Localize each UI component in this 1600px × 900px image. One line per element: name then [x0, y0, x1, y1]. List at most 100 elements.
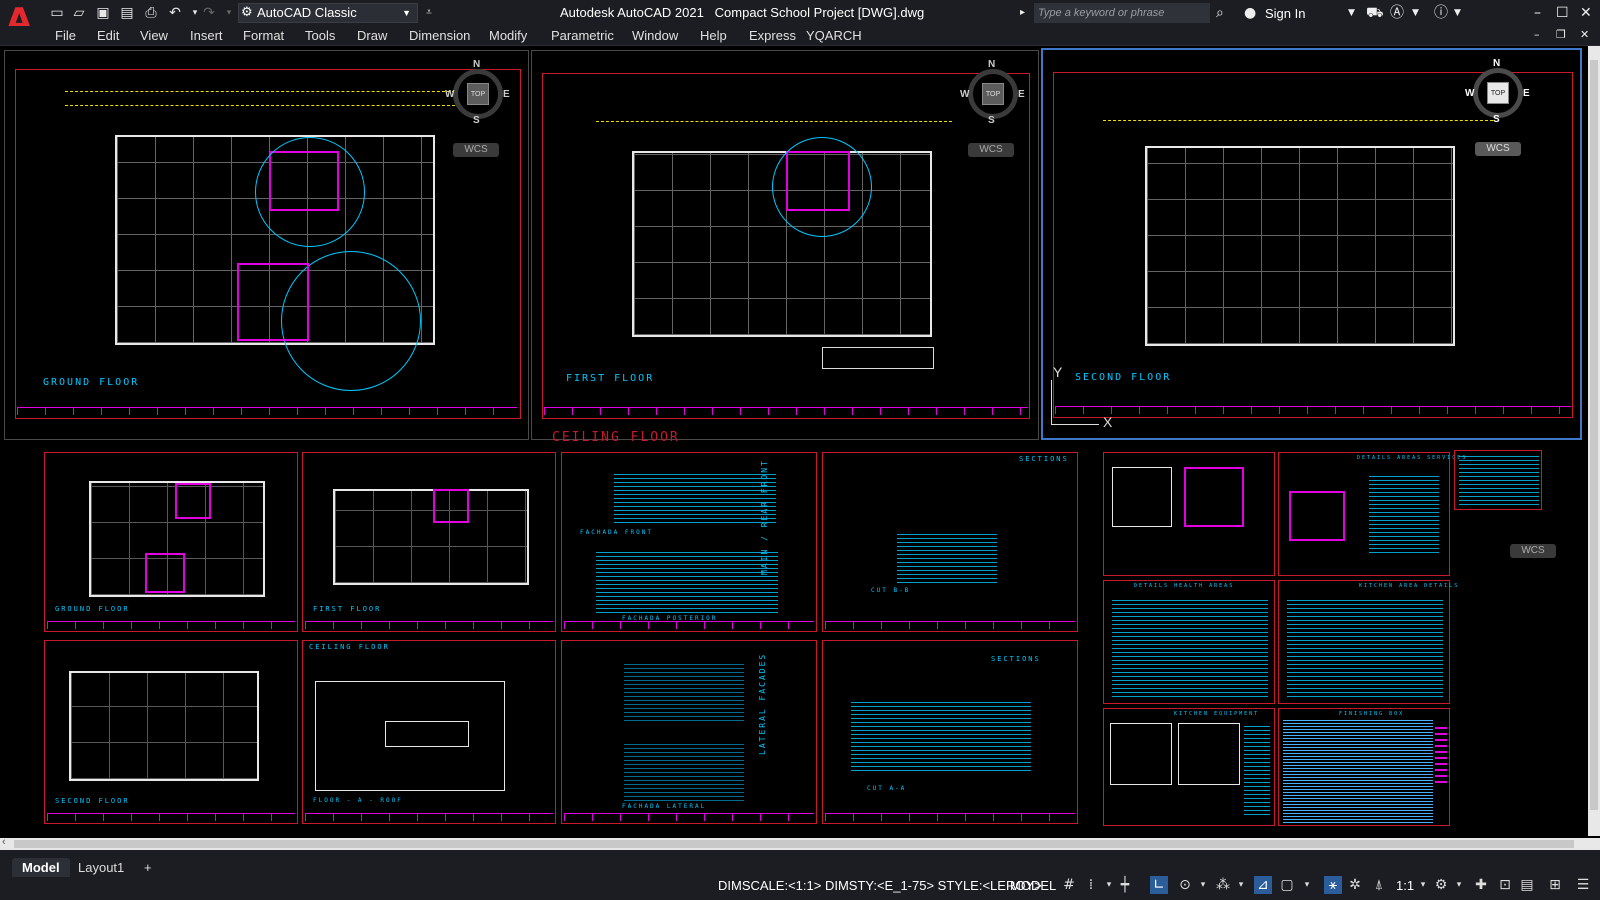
ortho-icon[interactable]: ∟ [1150, 876, 1168, 894]
isodraft-icon[interactable]: ⁂ [1214, 876, 1232, 894]
compass-s[interactable]: S [473, 115, 480, 126]
tab-model[interactable]: Model [12, 858, 70, 877]
menu-file[interactable]: File [55, 28, 76, 43]
lineweight-dropdown-icon[interactable]: ▾ [1298, 876, 1316, 894]
search-icon[interactable]: ⌕ [1216, 4, 1224, 22]
compass-e[interactable]: E [503, 89, 510, 100]
sheet-ceiling-floor[interactable]: CEILING FLOOR FLOOR - A - ROOF [302, 640, 556, 824]
osnap-icon[interactable]: ⊿ [1254, 876, 1272, 894]
add-layout-button[interactable]: + [134, 858, 162, 877]
quickprops-icon[interactable]: ▤ [1518, 876, 1536, 894]
sheet-first-floor[interactable]: FIRST FLOOR [302, 452, 556, 632]
annotation-scale[interactable]: 1:1 [1396, 878, 1414, 893]
annotation-scale-icon[interactable]: ⍋ [1370, 876, 1388, 894]
drawing-area[interactable]: GROUND FLOOR TOP N S E W WCS FIRST FLOOR… [0, 46, 1588, 838]
settings-icon[interactable]: ⚙ [1432, 876, 1450, 894]
compass-s[interactable]: S [988, 115, 995, 126]
workspace-switcher[interactable]: ⚙ AutoCAD Classic ▼ [238, 3, 418, 23]
tab-layout1[interactable]: Layout1 [68, 858, 134, 877]
scroll-left-icon[interactable]: ‹ [2, 836, 6, 848]
viewport-second-floor[interactable]: SECOND FLOOR Y X TOP N S E W WCS [1041, 48, 1582, 440]
plot-icon[interactable]: ⎙ [142, 4, 160, 22]
scrollbar-thumb[interactable] [14, 840, 1574, 848]
saveas-icon[interactable]: ▤ [118, 4, 136, 22]
compass-e[interactable]: E [1018, 89, 1025, 100]
sheet-ground-floor[interactable]: GROUND FLOOR [44, 452, 298, 632]
open-icon[interactable]: ▱ [70, 4, 88, 22]
wcs-menu[interactable]: WCS [968, 143, 1014, 157]
model-space-toggle[interactable]: MODEL [1010, 878, 1056, 893]
sheet-lateral-facades[interactable]: FACHADA LATERAL LATERAL FACADES [561, 640, 817, 824]
menu-insert[interactable]: Insert [190, 28, 223, 43]
sheet-set[interactable]: GROUND FLOOR FIRST FLOOR FACHADA FRONT F… [0, 444, 1588, 838]
signin-dropdown-icon[interactable]: ▼ [1348, 4, 1355, 22]
customize-icon[interactable]: ☰ [1574, 876, 1592, 894]
sheet-kitchen-equipment[interactable]: KITCHEN EQUIPMENT [1103, 708, 1275, 826]
menu-help[interactable]: Help [700, 28, 727, 43]
units-icon[interactable]: ⊡ [1496, 876, 1514, 894]
doc-restore-icon[interactable]: ❐ [1556, 28, 1566, 41]
sheet-details-1[interactable] [1103, 452, 1275, 576]
menu-format[interactable]: Format [243, 28, 284, 43]
a360-dropdown-icon[interactable]: ▼ [1412, 4, 1419, 22]
menu-view[interactable]: View [140, 28, 168, 43]
help-dropdown-icon[interactable]: ▼ [1454, 4, 1461, 22]
menu-tools[interactable]: Tools [305, 28, 335, 43]
new-icon[interactable]: ▭ [48, 4, 66, 22]
maximize-icon[interactable]: ☐ [1556, 4, 1569, 22]
viewcube-top-face[interactable]: TOP [1487, 82, 1509, 104]
scale-dropdown-icon[interactable]: ▾ [1414, 876, 1432, 894]
sheet-kitchen-details[interactable]: KITCHEN AREA DETAILS [1278, 580, 1457, 704]
expand-icon[interactable]: ▸ [1020, 4, 1025, 22]
compass-n[interactable]: N [988, 59, 995, 70]
compass-s[interactable]: S [1493, 114, 1500, 125]
menu-draw[interactable]: Draw [357, 28, 387, 43]
plus-icon[interactable]: ✚ [1472, 876, 1490, 894]
viewport-first-floor[interactable]: FIRST FLOOR TOP N S E W WCS [531, 50, 1039, 440]
sheet-finishing-box[interactable]: FINISHING BOX [1278, 708, 1450, 826]
infer-icon[interactable]: ┿ [1116, 876, 1134, 894]
close-icon[interactable]: ✕ [1580, 4, 1592, 22]
redo-dropdown-icon[interactable]: ▾ [220, 4, 238, 22]
scrollbar-thumb[interactable] [1590, 60, 1598, 810]
polar-icon[interactable]: ⊙ [1176, 876, 1194, 894]
cart-icon[interactable]: ⛟ [1366, 4, 1384, 22]
wcs-menu[interactable]: WCS [453, 143, 499, 157]
minimize-icon[interactable]: – [1534, 4, 1541, 22]
help-icon[interactable]: ⓘ [1434, 4, 1448, 22]
lineweight-icon[interactable]: ▢ [1278, 876, 1296, 894]
sheet-details-services[interactable]: DETAILS AREAS SERVICES [1278, 452, 1465, 576]
compass-w[interactable]: W [445, 89, 454, 100]
viewcube-top-face[interactable]: TOP [467, 83, 489, 105]
user-icon[interactable]: ● [1244, 4, 1256, 22]
menu-dimension[interactable]: Dimension [409, 28, 470, 43]
menu-yqarch[interactable]: YQARCH [806, 28, 862, 43]
compass-e[interactable]: E [1523, 88, 1530, 99]
sheet-detail-thumb[interactable] [1454, 450, 1542, 510]
compass-w[interactable]: W [960, 89, 969, 100]
save-icon[interactable]: ▣ [94, 4, 112, 22]
compass-w[interactable]: W [1465, 88, 1474, 99]
customize-qat-icon[interactable]: ⩡ [420, 4, 438, 22]
annotation-visibility-icon[interactable]: ⚹ [1324, 876, 1342, 894]
snap-icon[interactable]: ⁞ [1082, 876, 1100, 894]
menu-window[interactable]: Window [632, 28, 678, 43]
sheet-facades[interactable]: FACHADA FRONT FACHADA POSTERIOR MAIN / R… [561, 452, 817, 632]
redo-icon[interactable]: ↷ [200, 4, 218, 22]
menu-edit[interactable]: Edit [97, 28, 119, 43]
autodesk-a360-icon[interactable]: Ⓐ [1390, 4, 1404, 22]
sheet-sections[interactable]: SECTIONS CUT B-B [822, 452, 1078, 632]
isodraft-dropdown-icon[interactable]: ▾ [1232, 876, 1250, 894]
autoscale-icon[interactable]: ✲ [1346, 876, 1364, 894]
sheet-second-floor[interactable]: SECOND FLOOR [44, 640, 298, 824]
doc-minimize-icon[interactable]: – [1534, 28, 1540, 41]
sheet-details-health[interactable]: DETAILS HEALTH AREAS [1103, 580, 1275, 704]
compass-n[interactable]: N [473, 59, 480, 70]
sign-in-button[interactable]: Sign In [1265, 6, 1305, 21]
polar-dropdown-icon[interactable]: ▾ [1194, 876, 1212, 894]
viewcube[interactable]: TOP N S E W [1465, 58, 1531, 125]
grid-icon[interactable]: # [1060, 876, 1078, 894]
sheet-sections-2[interactable]: SECTIONS CUT A-A [822, 640, 1078, 824]
undo-icon[interactable]: ↶ [166, 4, 184, 22]
viewcube[interactable]: TOP N S E W [960, 59, 1026, 126]
